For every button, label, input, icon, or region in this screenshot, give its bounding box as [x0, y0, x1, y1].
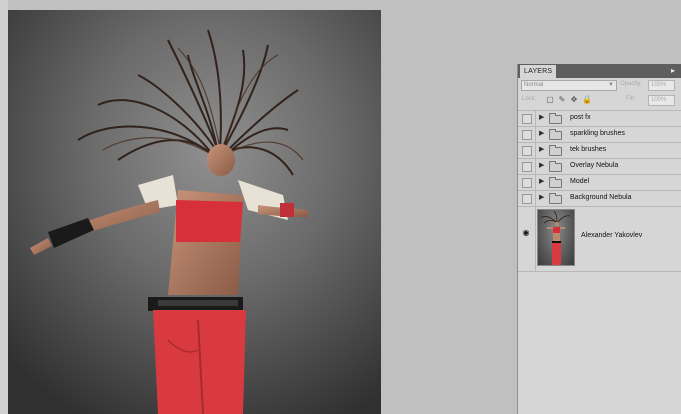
- blend-mode-value: Normal: [524, 82, 544, 88]
- folder-icon: [549, 129, 562, 140]
- lock-transparent-icon[interactable]: ▢: [546, 96, 554, 104]
- opacity-input[interactable]: 100%: [648, 80, 675, 91]
- visibility-box: [522, 162, 532, 172]
- expand-arrow-icon[interactable]: ▶: [539, 178, 544, 186]
- layer-row[interactable]: ▶ post fx: [518, 110, 681, 126]
- red-top: [176, 200, 243, 242]
- document-image[interactable]: [8, 10, 381, 414]
- layer-name: Background Nebula: [570, 194, 632, 201]
- visibility-box: [522, 146, 532, 156]
- lock-row: Lock: ▢ ✎ ✥ 🔒 Fill: 100%: [518, 93, 681, 108]
- fill-label: Fill:: [626, 96, 636, 102]
- layer-name: sparkling brushes: [570, 130, 625, 137]
- layer-row[interactable]: ▶ Model: [518, 174, 681, 190]
- visibility-toggle[interactable]: [518, 191, 536, 206]
- blend-mode-select[interactable]: Normal ▼: [521, 80, 617, 91]
- expand-arrow-icon[interactable]: ▶: [539, 146, 544, 154]
- folder-icon: [549, 145, 562, 156]
- visibility-toggle[interactable]: [518, 127, 536, 142]
- layer-name: tek brushes: [570, 146, 607, 153]
- layer-name: Overlay Nebula: [570, 162, 619, 169]
- expand-arrow-icon[interactable]: ▶: [539, 114, 544, 122]
- visibility-box: [522, 194, 532, 204]
- layer-name: post fx: [570, 114, 591, 121]
- visibility-toggle[interactable]: ◉: [518, 207, 536, 272]
- dancer-photo: [8, 10, 381, 414]
- layer-row[interactable]: ▶ tek brushes: [518, 142, 681, 158]
- layer-row[interactable]: ▶ Overlay Nebula: [518, 158, 681, 174]
- blend-row: Normal ▼ Opacity: 100%: [518, 78, 681, 93]
- visibility-box: [522, 114, 532, 124]
- folder-icon: [549, 113, 562, 124]
- panel-tabbar: LAYERS ▸: [518, 64, 681, 78]
- layer-row[interactable]: ▶ sparkling brushes: [518, 126, 681, 142]
- layer-name: Alexander Yakovlev: [581, 232, 643, 239]
- layer-thumbnail: [537, 209, 575, 266]
- layers-panel: LAYERS ▸ Normal ▼ Opacity: 100% Lock: ▢ …: [517, 64, 681, 414]
- expand-arrow-icon[interactable]: ▶: [539, 162, 544, 170]
- visibility-toggle[interactable]: [518, 175, 536, 190]
- visibility-toggle[interactable]: [518, 159, 536, 174]
- expand-arrow-icon[interactable]: ▶: [539, 130, 544, 138]
- visibility-toggle[interactable]: [518, 111, 536, 126]
- panel-menu-icon[interactable]: ▸: [668, 66, 678, 76]
- folder-icon: [549, 161, 562, 172]
- eye-icon: ◉: [522, 228, 530, 237]
- visibility-box: [522, 178, 532, 188]
- lock-image-icon[interactable]: ✎: [558, 96, 566, 104]
- visibility-box: [522, 130, 532, 140]
- lock-position-icon[interactable]: ✥: [570, 96, 578, 104]
- lock-all-icon[interactable]: 🔒: [582, 96, 592, 104]
- layer-row[interactable]: ▶ Background Nebula: [518, 190, 681, 206]
- document-border: [0, 0, 8, 414]
- visibility-toggle[interactable]: [518, 143, 536, 158]
- chevron-down-icon: ▼: [608, 82, 614, 88]
- image-layer-row[interactable]: ◉ Alexander Yakovlev: [518, 206, 681, 272]
- layer-name: Model: [570, 178, 590, 185]
- opacity-label: Opacity:: [620, 81, 643, 87]
- tab-layers[interactable]: LAYERS: [520, 65, 557, 78]
- fill-input[interactable]: 100%: [648, 95, 675, 106]
- layer-list: ▶ post fx ▶ sparkling brushes ▶ tek brus…: [518, 110, 681, 272]
- folder-icon: [549, 177, 562, 188]
- expand-arrow-icon[interactable]: ▶: [539, 194, 544, 202]
- folder-icon: [549, 193, 562, 204]
- lock-label: Lock:: [522, 96, 537, 102]
